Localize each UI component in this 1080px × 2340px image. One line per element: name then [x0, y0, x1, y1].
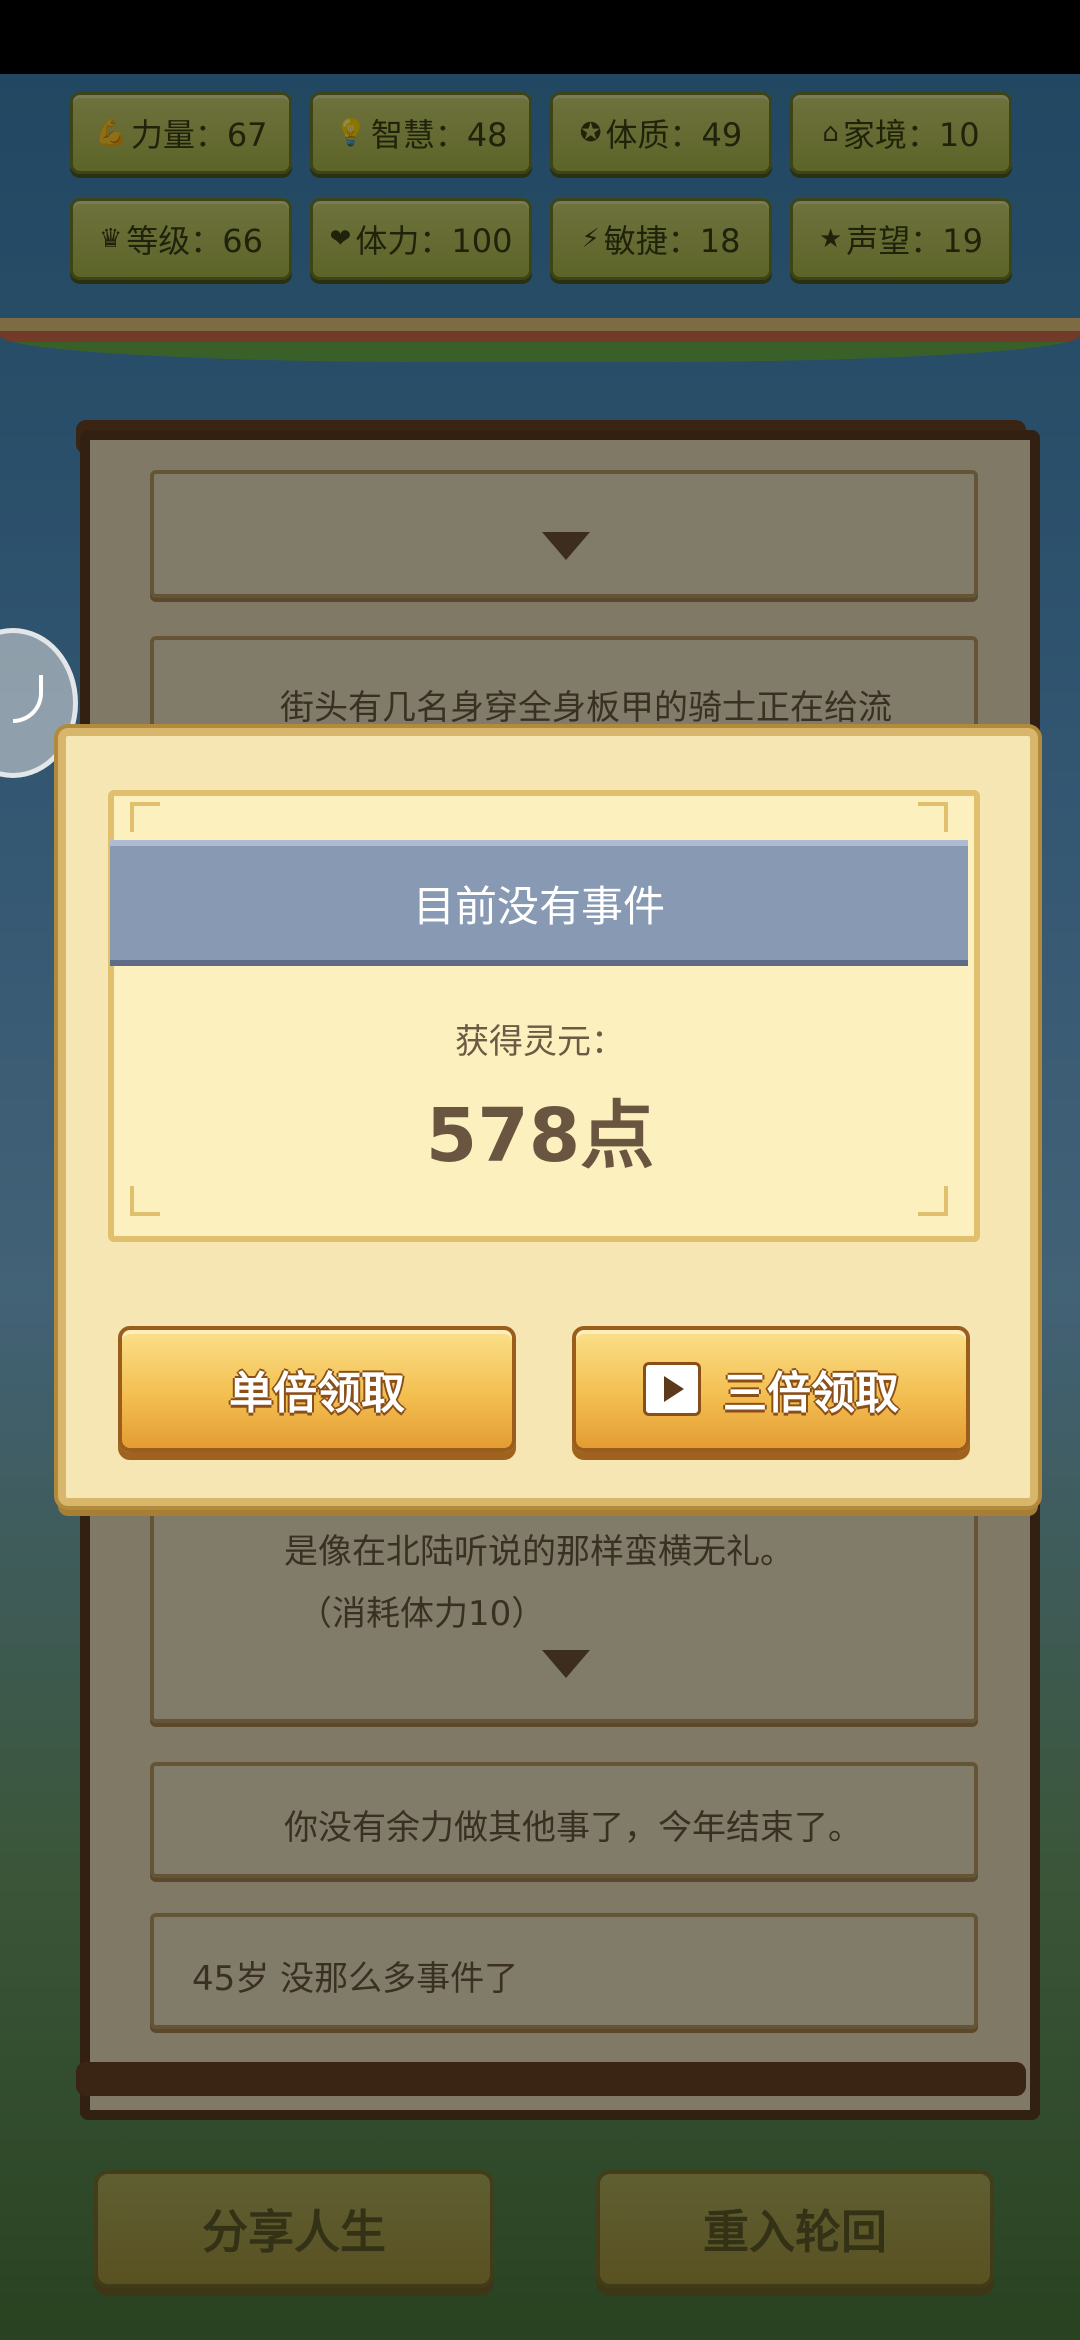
corner-ornament-icon	[918, 802, 948, 832]
triple-claim-label: 三倍领取	[723, 1368, 899, 1419]
reward-value: 578点	[425, 1093, 655, 1179]
corner-ornament-icon	[130, 802, 160, 832]
dialog-title: 目前没有事件	[110, 840, 968, 966]
status-bar	[0, 0, 1080, 74]
reward-label: 获得灵元：	[455, 1022, 625, 1062]
corner-ornament-icon	[918, 1186, 948, 1216]
triple-claim-button[interactable]: 三倍领取	[572, 1326, 970, 1452]
smile-icon	[13, 675, 43, 723]
video-play-icon	[643, 1362, 701, 1416]
single-claim-button[interactable]: 单倍领取	[118, 1326, 516, 1452]
corner-ornament-icon	[130, 1186, 160, 1216]
